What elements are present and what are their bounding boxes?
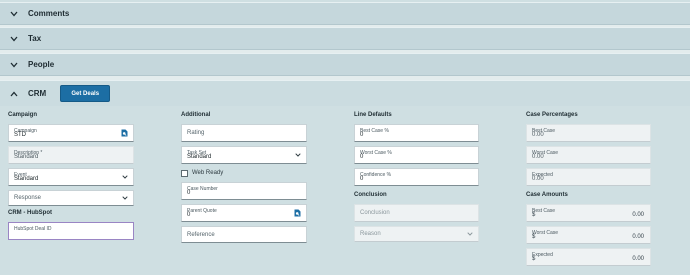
currency-symbol: $ [532,256,536,262]
response-placeholder: Response [14,195,42,201]
web-ready-row[interactable]: Web Ready [181,168,307,178]
campaign-value: STD [14,132,26,138]
best-case-amount-label: Best Case [532,208,556,214]
parent-quote-field[interactable]: Parent Quote 0 [181,204,307,222]
case-number-field[interactable]: Case Number 0 [181,182,307,200]
hubspot-deal-id-field[interactable]: HubSpot Deal ID [8,222,134,240]
case-amounts-heading: Case Amounts [526,192,568,198]
section-crm[interactable]: CRM Get Deals [0,80,690,106]
rating-field[interactable]: Rating [181,124,307,142]
section-title: CRM [28,89,47,98]
web-ready-label: Web Ready [192,170,224,176]
section-tax[interactable]: Tax [0,27,690,50]
best-case-percent-field[interactable]: Best Case % 0 [354,124,479,142]
campaign-column: Campaign Campaign STD Description * Stan… [8,112,134,244]
campaign-field[interactable]: Campaign STD [8,124,134,142]
line-defaults-column: Line Defaults Best Case % 0 Worst Case %… [354,112,479,246]
conclusion-field: Conclusion [354,204,479,222]
worst-case-percent-value: 0 [360,154,364,160]
chevron-down-icon[interactable] [9,60,19,70]
web-ready-checkbox[interactable] [181,169,188,177]
currency-symbol: $ [532,234,536,240]
worst-case-amount-label: Worst Case [532,230,559,236]
parent-quote-value: 0 [187,212,191,218]
section-people[interactable]: People [0,53,690,76]
chevron-down-icon [122,175,128,179]
worst-case-percent-label: Worst Case % [360,150,392,156]
section-comments[interactable]: Comments [0,2,690,25]
conclusion-placeholder: Conclusion [360,210,390,216]
expected-amount-value: 0.00 [632,256,644,262]
event-value: Standard [14,176,39,182]
worst-case-amount-field: Worst Case $ 0.00 [526,226,651,244]
worst-case-amount-value: 0.00 [632,234,644,240]
chevron-down-icon [122,196,128,200]
additional-heading: Additional [181,112,211,118]
rating-placeholder: Rating [187,130,205,136]
parent-quote-label: Parent Quote [187,208,217,214]
lookup-icon[interactable] [121,129,128,137]
currency-symbol: $ [532,212,536,218]
event-select[interactable]: Event Standard [8,168,134,186]
reason-select: Reason [354,226,479,242]
chevron-up-icon[interactable] [9,89,19,99]
campaign-heading: Campaign [8,112,38,118]
worst-case-value: 0.00 [532,154,544,160]
worst-case-field: Worst Case 0.00 [526,146,651,164]
task-set-select[interactable]: Task Set Standard [181,146,307,164]
reason-placeholder: Reason [360,231,381,237]
case-column: Case Percentages Best Case 0.00 Worst Ca… [526,112,651,270]
best-case-value: 0.00 [532,132,544,138]
confidence-percent-field[interactable]: Confidence % 0 [354,168,479,186]
section-title: Tax [28,34,42,43]
task-set-value: Standard [187,154,212,160]
case-number-value: 0 [187,190,191,196]
confidence-percent-value: 0 [360,176,364,182]
best-case-field: Best Case 0.00 [526,124,651,142]
reference-field[interactable]: Reference [181,226,307,243]
expected-amount-field: Expected $ 0.00 [526,248,651,266]
worst-case-percent-field[interactable]: Worst Case % 0 [354,146,479,164]
reference-placeholder: Reference [187,231,215,238]
chevron-down-icon [295,153,301,157]
best-case-amount-field: Best Case $ 0.00 [526,204,651,222]
best-case-percent-value: 0 [360,132,364,138]
hubspot-deal-id-label: HubSpot Deal ID [14,226,52,232]
lookup-icon[interactable] [294,209,301,217]
expected-field: Expected 0.00 [526,168,651,186]
confidence-percent-label: Confidence % [360,172,392,178]
case-number-label: Case Number [187,186,218,192]
additional-column: Additional Rating Task Set Standard Web … [181,112,307,247]
description-field: Description * Standard [8,146,134,164]
conclusion-heading: Conclusion [354,192,387,198]
best-case-amount-value: 0.00 [632,212,644,218]
response-select[interactable]: Response [8,190,134,206]
section-title: People [28,60,55,69]
case-percentages-heading: Case Percentages [526,112,578,118]
section-title: Comments [28,9,70,18]
chevron-down-icon[interactable] [9,9,19,19]
hubspot-heading: CRM - HubSpot [8,210,52,216]
get-deals-button[interactable]: Get Deals [60,85,111,102]
description-value: Standard [14,154,39,160]
expected-value: 0.00 [532,176,544,182]
line-defaults-heading: Line Defaults [354,112,392,118]
best-case-percent-label: Best Case % [360,128,389,134]
chevron-down-icon[interactable] [9,34,19,44]
chevron-down-icon [467,232,473,236]
